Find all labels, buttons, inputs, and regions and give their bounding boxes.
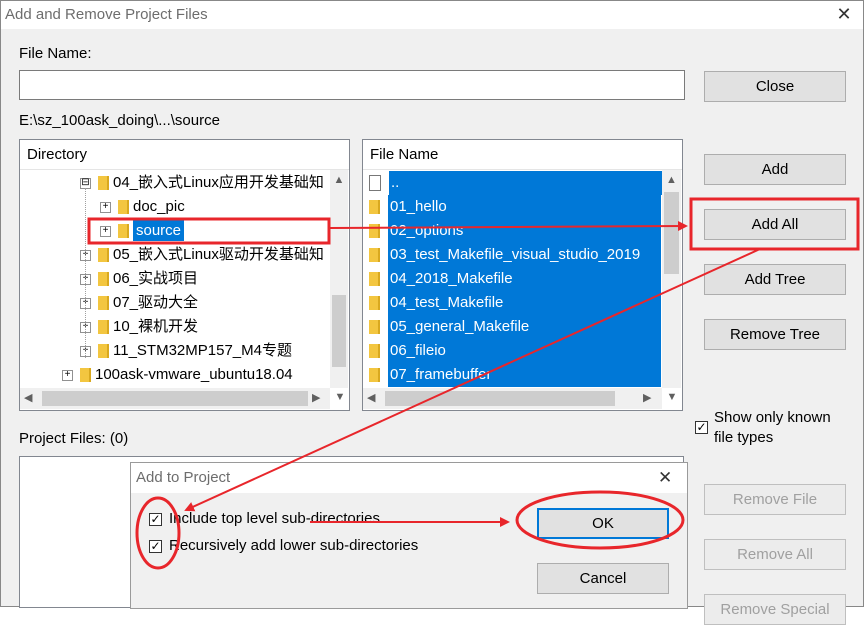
arrow-to-subdialog [184,248,761,512]
checkbox-ellipse [135,496,181,570]
arrow-to-add-all [329,221,688,232]
annotation-overlay [87,197,860,570]
ok-ellipse [515,490,685,550]
source-highlight-box [87,217,331,245]
add-all-highlight-box [689,197,860,251]
